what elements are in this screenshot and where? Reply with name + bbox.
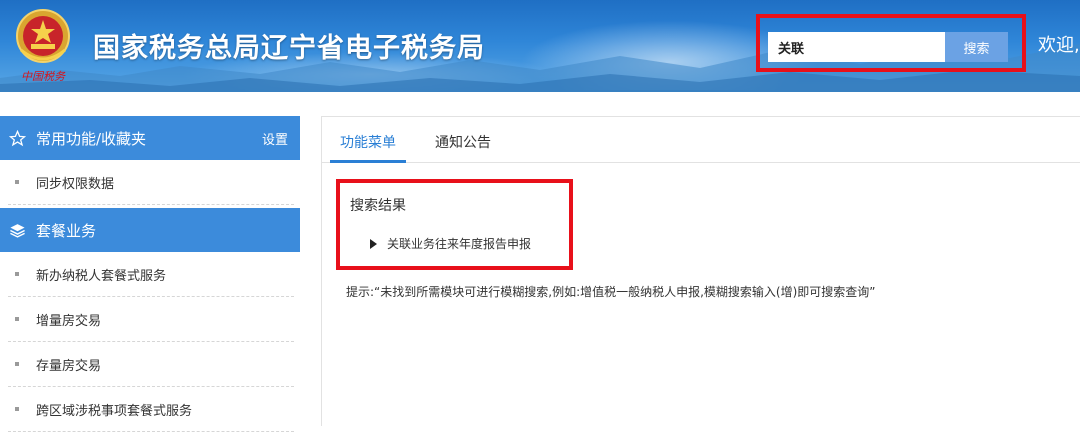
sidebar-item-new-taxpayer[interactable]: 新办纳税人套餐式服务 xyxy=(0,252,300,297)
sidebar-header-label: 套餐业务 xyxy=(36,221,97,240)
site-title: 国家税务总局辽宁省电子税务局 xyxy=(93,33,485,64)
sidebar-header-packages[interactable]: 套餐业务 xyxy=(0,208,300,252)
svg-text:中国税务: 中国税务 xyxy=(21,70,66,83)
search-hint: 提示:“未找到所需模块可进行模糊搜索,例如:增值税一般纳税人申报,模糊搜索输入(… xyxy=(346,285,876,299)
search-highlight-box: 搜索 xyxy=(756,14,1026,72)
bullet-icon xyxy=(15,407,19,411)
sidebar-item-new-housing[interactable]: 增量房交易 xyxy=(0,297,300,342)
page-header: 中国税务 国家税务总局辽宁省电子税务局 搜索 欢迎, xyxy=(0,0,1080,92)
bullet-icon xyxy=(15,317,19,321)
search-input[interactable] xyxy=(768,32,945,62)
sidebar-item-label: 新办纳税人套餐式服务 xyxy=(36,269,167,284)
sidebar-header-label: 常用功能/收藏夹 xyxy=(36,129,147,148)
bullet-icon xyxy=(15,272,19,276)
search-result-item[interactable]: 关联业务往来年度报告申报 xyxy=(370,235,531,252)
sidebar-item-existing-housing[interactable]: 存量房交易 xyxy=(0,342,300,387)
sidebar-item-label: 存量房交易 xyxy=(36,359,102,374)
sidebar-item-label: 同步权限数据 xyxy=(36,177,115,192)
tab-bar: 功能菜单 通知公告 xyxy=(322,117,1080,163)
bullet-icon xyxy=(15,180,19,184)
triangle-right-icon xyxy=(370,238,377,249)
sidebar-item-label: 增量房交易 xyxy=(36,314,102,329)
bullet-icon xyxy=(15,362,19,366)
tab-function-menu[interactable]: 功能菜单 xyxy=(330,132,406,163)
welcome-text: 欢迎, xyxy=(1038,35,1080,56)
search-results-title: 搜索结果 xyxy=(350,198,406,214)
star-icon xyxy=(8,129,26,147)
sidebar-item-sync-permissions[interactable]: 同步权限数据 xyxy=(0,160,300,205)
tab-notices[interactable]: 通知公告 xyxy=(435,132,491,152)
sidebar-header-favorites[interactable]: 常用功能/收藏夹 设置 xyxy=(0,116,300,160)
sidebar: 常用功能/收藏夹 设置 同步权限数据 套餐业务 新办纳税人套餐式服务 增量房交易… xyxy=(0,116,300,432)
sidebar-item-label: 跨区域涉税事项套餐式服务 xyxy=(36,404,193,419)
settings-link[interactable]: 设置 xyxy=(262,129,288,148)
search-results-highlight-box: 搜索结果 关联业务往来年度报告申报 xyxy=(336,179,573,270)
sidebar-item-cross-region[interactable]: 跨区域涉税事项套餐式服务 xyxy=(0,387,300,432)
search-button[interactable]: 搜索 xyxy=(945,32,1008,62)
layers-icon xyxy=(8,221,26,239)
main-panel: 功能菜单 通知公告 搜索结果 关联业务往来年度报告申报 提示:“未找到所需模块可… xyxy=(321,116,1080,426)
tax-emblem-logo: 中国税务 xyxy=(13,6,73,86)
search-result-label: 关联业务往来年度报告申报 xyxy=(387,237,532,251)
